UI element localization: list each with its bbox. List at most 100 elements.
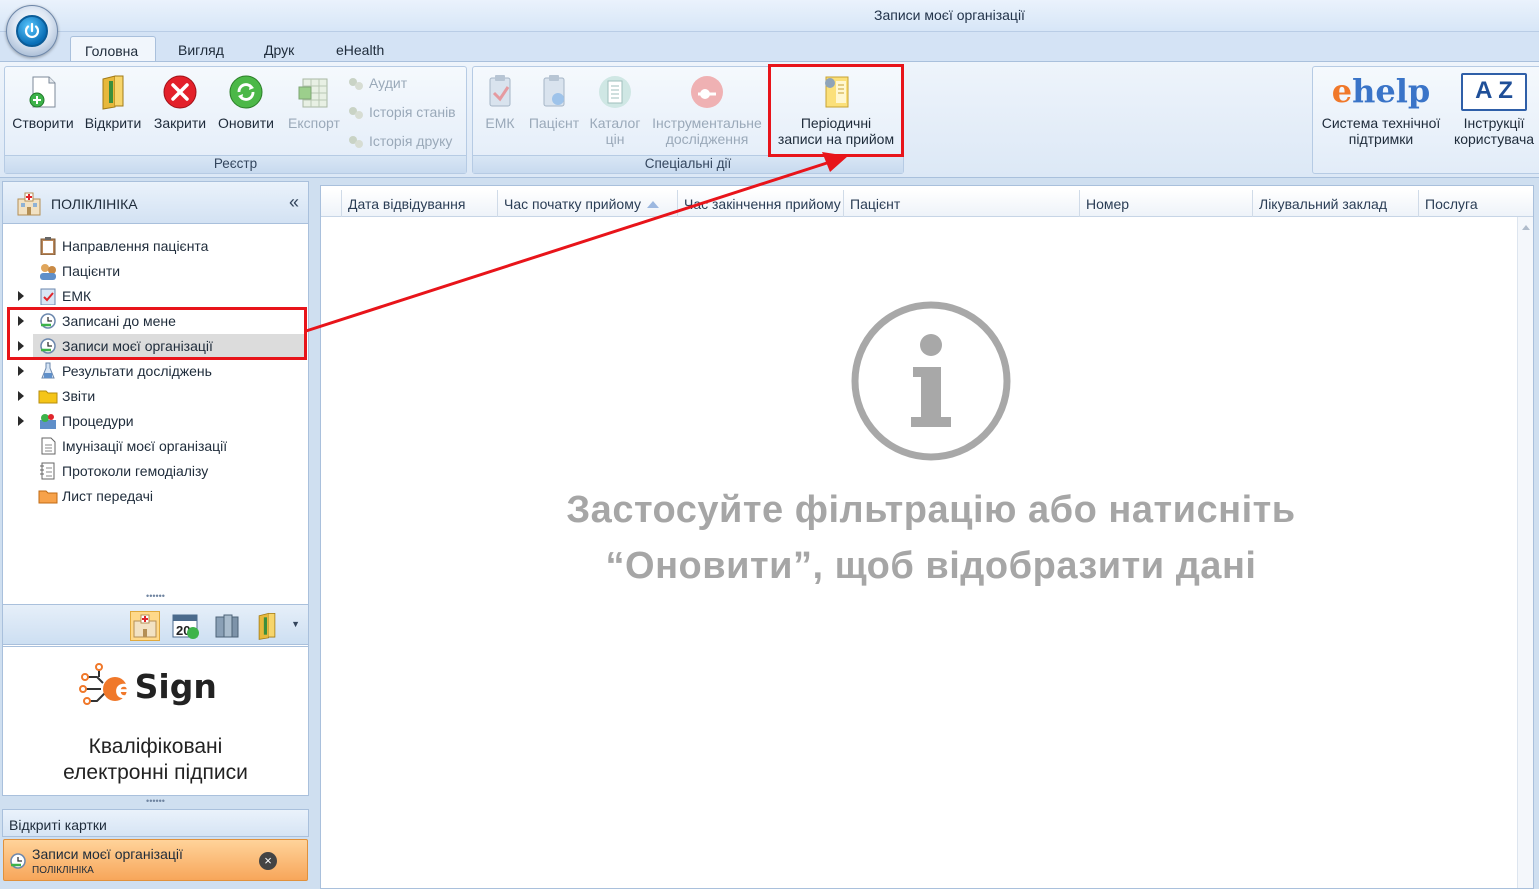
module-calendar-button[interactable]: 20 (171, 611, 201, 641)
document-icon (41, 437, 56, 455)
expand-arrow-icon[interactable] (18, 391, 24, 401)
refresh-label: Оновити (218, 115, 274, 131)
emk-icon (489, 75, 511, 107)
tree-item-reports[interactable]: Звіти (3, 384, 308, 408)
column-patient[interactable]: Пацієнт (843, 190, 1080, 217)
clipboard-icon (40, 237, 56, 255)
open-folder-icon (102, 75, 124, 110)
procedures-icon (40, 414, 56, 429)
hospital-icon (133, 614, 157, 638)
special-group-label: Спеціальні дії (473, 155, 903, 173)
open-label: Відкрити (84, 115, 142, 131)
refresh-icon (229, 75, 263, 109)
vertical-scrollbar[interactable] (1517, 217, 1533, 888)
module-books-button[interactable] (212, 611, 242, 641)
print-history-button[interactable]: Історія друку (347, 133, 452, 150)
books-icon (215, 614, 239, 638)
tab-ehealth[interactable]: eHealth (322, 36, 398, 63)
tree-item-research-results[interactable]: Результати досліджень (3, 359, 308, 383)
instrumental-icon (691, 76, 723, 108)
esign-line-2: електронні підписи (63, 761, 248, 784)
audit-icon (349, 78, 363, 91)
support-label-2: підтримки (1348, 131, 1414, 147)
module-folder-button[interactable] (252, 611, 282, 641)
empty-message-line-2: “Оновити”, щоб відобразити дані (605, 545, 1257, 587)
close-card-icon[interactable]: × (259, 852, 277, 870)
reports-folder-icon (38, 390, 58, 404)
instrumental-research-button[interactable]: Інструментальне дослідження (647, 73, 767, 147)
nav-header: ПОЛІКЛІНІКА « (2, 181, 309, 224)
registry-group-label: Реєстр (5, 155, 466, 173)
tree-item-referral[interactable]: Направлення пацієнта (3, 234, 308, 258)
close-label: Закрити (153, 115, 207, 131)
support-label-1: Система технічної (1321, 115, 1441, 131)
expand-arrow-icon[interactable] (18, 416, 24, 426)
column-facility[interactable]: Лікувальний заклад (1252, 190, 1419, 217)
app-menu-button[interactable] (6, 5, 58, 57)
chevron-down-icon[interactable]: ▼ (291, 619, 300, 629)
patient-icon (543, 75, 565, 107)
expand-arrow-icon[interactable] (18, 291, 24, 301)
column-start-time[interactable]: Час початку прийому (497, 190, 677, 217)
tree-item-hemodialysis[interactable]: Протоколи гемодіалізу (3, 459, 308, 483)
support-system-button[interactable]: ehelp Система технічної підтримки (1315, 73, 1447, 147)
state-history-label: Історія станів (369, 104, 456, 120)
column-number[interactable]: Номер (1079, 190, 1252, 217)
tree-item-emk[interactable]: ЕМК (3, 284, 308, 308)
audit-button[interactable]: Аудит (347, 75, 407, 92)
esign-line-1: Кваліфіковані (88, 735, 223, 758)
emk-button[interactable]: ЕМК (477, 73, 523, 131)
catalog-label-1: Каталог (589, 115, 641, 131)
expand-arrow-icon[interactable] (18, 366, 24, 376)
state-history-button[interactable]: Історія станів (347, 104, 456, 121)
create-button[interactable]: Створити (9, 73, 77, 131)
collapse-panel-button[interactable]: « (289, 192, 299, 213)
tree-item-handover-sheet[interactable]: Лист передачі (3, 484, 308, 508)
tab-home[interactable]: Головна (70, 36, 156, 63)
handover-folder-icon (38, 490, 58, 504)
title-bar: Записи моєї організації (0, 0, 1539, 32)
scroll-up-icon[interactable] (1522, 225, 1530, 230)
instrumental-label-2: дослідження (665, 131, 749, 147)
help-group: ehelp Система технічної підтримки A Z Ін… (1312, 66, 1539, 174)
patient-button[interactable]: Пацієнт (525, 73, 583, 131)
user-manual-button[interactable]: A Z Інструкції користувача (1449, 73, 1539, 147)
tab-print[interactable]: Друк (250, 36, 308, 63)
export-label: Експорт (288, 115, 340, 131)
az-book-icon: A Z (1461, 73, 1527, 111)
column-end-time[interactable]: Час закінчення прийому (677, 190, 843, 217)
module-hospital-button[interactable] (130, 611, 160, 641)
export-button[interactable]: Експорт (283, 73, 345, 131)
splitter-handle[interactable]: •••••• (2, 592, 309, 602)
ehelp-logo-icon: ehelp (1331, 72, 1431, 110)
open-card-item[interactable]: Записи моєї організації ПОЛІКЛІНІКА × (3, 839, 308, 881)
window-title: Записи моєї організації (874, 7, 1025, 23)
column-visit-date[interactable]: Дата відвідування (341, 190, 498, 217)
open-card-title: Записи моєї організації (32, 846, 183, 862)
open-card-subtitle: ПОЛІКЛІНІКА (32, 865, 94, 876)
instrumental-label-1: Інструментальне (652, 115, 762, 131)
tab-view[interactable]: Вигляд (164, 36, 238, 63)
splitter-handle-2[interactable]: •••••• (2, 797, 309, 807)
export-icon (298, 78, 328, 108)
lab-flask-icon (41, 362, 55, 379)
open-button[interactable]: Відкрити (81, 73, 145, 131)
ribbon-tabs: Головна Вигляд Друк eHealth (0, 32, 1539, 63)
tree-item-immunizations[interactable]: Імунізації моєї організації (3, 434, 308, 458)
print-history-label: Історія друку (369, 133, 453, 149)
catalog-label-2: цін (605, 131, 625, 147)
emk-record-icon (40, 288, 56, 305)
tree-item-procedures[interactable]: Процедури (3, 409, 308, 433)
create-label: Створити (12, 115, 74, 131)
esign-logo: eSign (79, 661, 239, 717)
refresh-button[interactable]: Оновити (213, 73, 279, 131)
esign-banner[interactable]: eSign Кваліфіковані електронні підписи (2, 646, 309, 796)
price-catalog-button[interactable]: Каталог цін (585, 73, 645, 147)
state-history-icon (349, 107, 363, 120)
ribbon: Створити Відкрити Закрити Оновити Експор… (0, 61, 1539, 178)
column-service[interactable]: Послуга (1418, 190, 1516, 217)
close-icon (163, 75, 197, 109)
tree-item-patients[interactable]: Пацієнти (3, 259, 308, 283)
close-button[interactable]: Закрити (149, 73, 211, 131)
registry-group: Створити Відкрити Закрити Оновити Експор… (4, 66, 467, 174)
